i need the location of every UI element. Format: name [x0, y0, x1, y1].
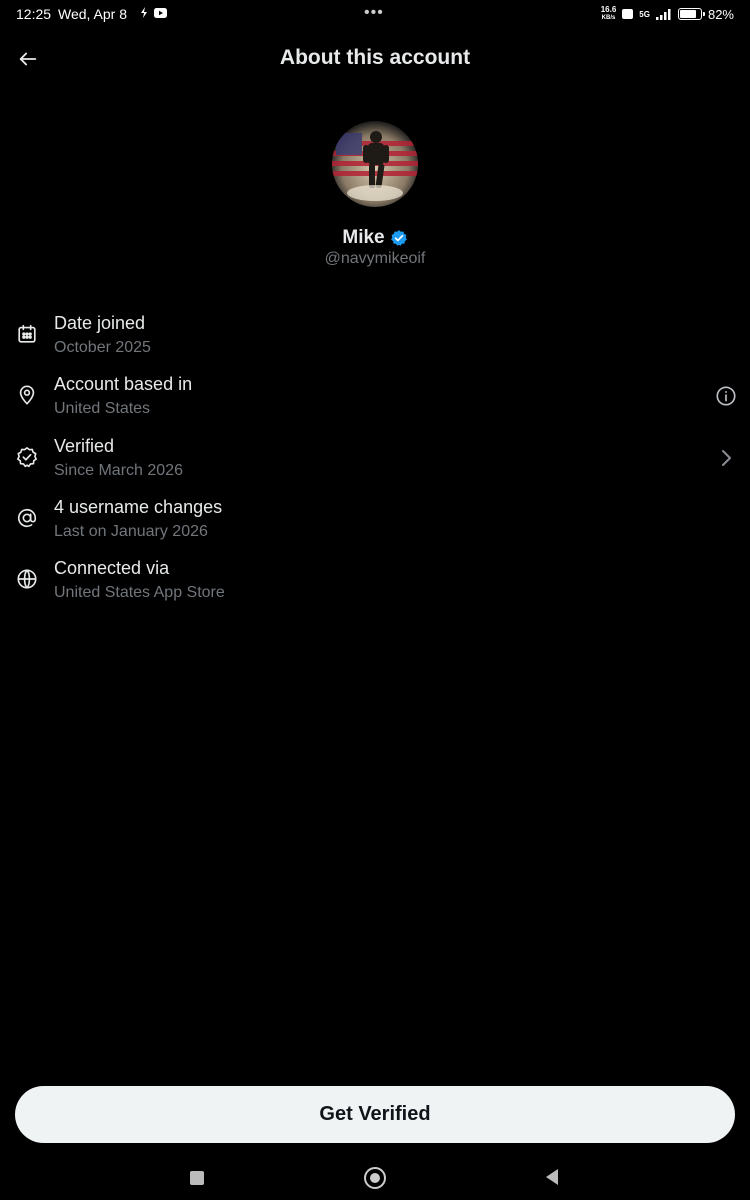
info-row-subtitle: October 2025 [54, 339, 151, 356]
battery-icon [677, 8, 705, 20]
info-row-verified[interactable]: Verified Since March 2026 [0, 432, 750, 493]
battery-percent: 82% [707, 6, 734, 22]
signal-bars-icon [655, 8, 671, 20]
youtube-icon [154, 7, 167, 18]
profile-name: Mike [342, 227, 385, 248]
globe-icon [16, 568, 38, 590]
info-row-subtitle: Since March 2026 [54, 461, 183, 479]
notification-icons [140, 7, 167, 18]
net-speed-value: 16.6 [600, 5, 617, 14]
recents-square-icon[interactable] [190, 1171, 204, 1185]
home-circle-icon[interactable] [364, 1167, 386, 1189]
info-row-title: Connected via [54, 558, 170, 579]
at-sign-icon [16, 507, 38, 529]
info-row-title: Verified [54, 435, 115, 456]
account-info-list: Date joined October 2025 Account based i… [0, 309, 750, 615]
info-row-connected-via: Connected via United States App Store [0, 554, 750, 615]
status-bar: 12:25 Wed, Apr 8 ••• 16.6 KB/s 5G 82% [0, 0, 750, 30]
info-row-title: 4 username changes [54, 496, 223, 517]
info-row-account-based-in: Account based in United States [0, 370, 750, 431]
net-speed: 16.6 KB/s [601, 6, 617, 22]
info-icon[interactable] [714, 384, 738, 408]
info-row-date-joined: Date joined October 2025 [0, 309, 750, 370]
page-title: About this account [279, 46, 471, 69]
volte-icon [622, 9, 634, 19]
info-row-subtitle: United States App Store [54, 584, 225, 602]
status-time: 12:25 [16, 6, 52, 22]
profile-name-row: Mike [0, 227, 750, 249]
status-more-dots: ••• [364, 4, 384, 21]
back-triangle-icon[interactable] [546, 1169, 558, 1185]
net-speed-unit: KB/s [601, 15, 616, 21]
info-row-title: Date joined [54, 313, 146, 333]
status-date: Wed, Apr 8 [58, 6, 128, 22]
info-row-title: Account based in [54, 374, 193, 395]
profile-handle: @navymikeoif [324, 250, 426, 267]
verified-badge-icon [390, 229, 408, 247]
info-row-username-changes: 4 username changes Last on January 2026 [0, 493, 750, 554]
location-pin-icon [16, 384, 38, 406]
top-app-bar: About this account [0, 36, 750, 82]
avatar-soldier-flag-image [332, 121, 418, 207]
calendar-icon [16, 323, 38, 345]
avatar[interactable] [332, 121, 418, 207]
chevron-right-icon[interactable] [714, 446, 738, 470]
get-verified-button[interactable]: Get Verified [15, 1086, 735, 1143]
status-right-group: 16.6 KB/s 5G 82% [601, 6, 734, 22]
info-row-subtitle: Last on January 2026 [54, 522, 208, 540]
info-row-subtitle: United States [54, 400, 151, 418]
system-nav-bar [0, 1160, 750, 1200]
signal-label: 5G [639, 9, 650, 19]
verified-check-icon [16, 446, 38, 468]
bolt-icon [141, 7, 147, 18]
